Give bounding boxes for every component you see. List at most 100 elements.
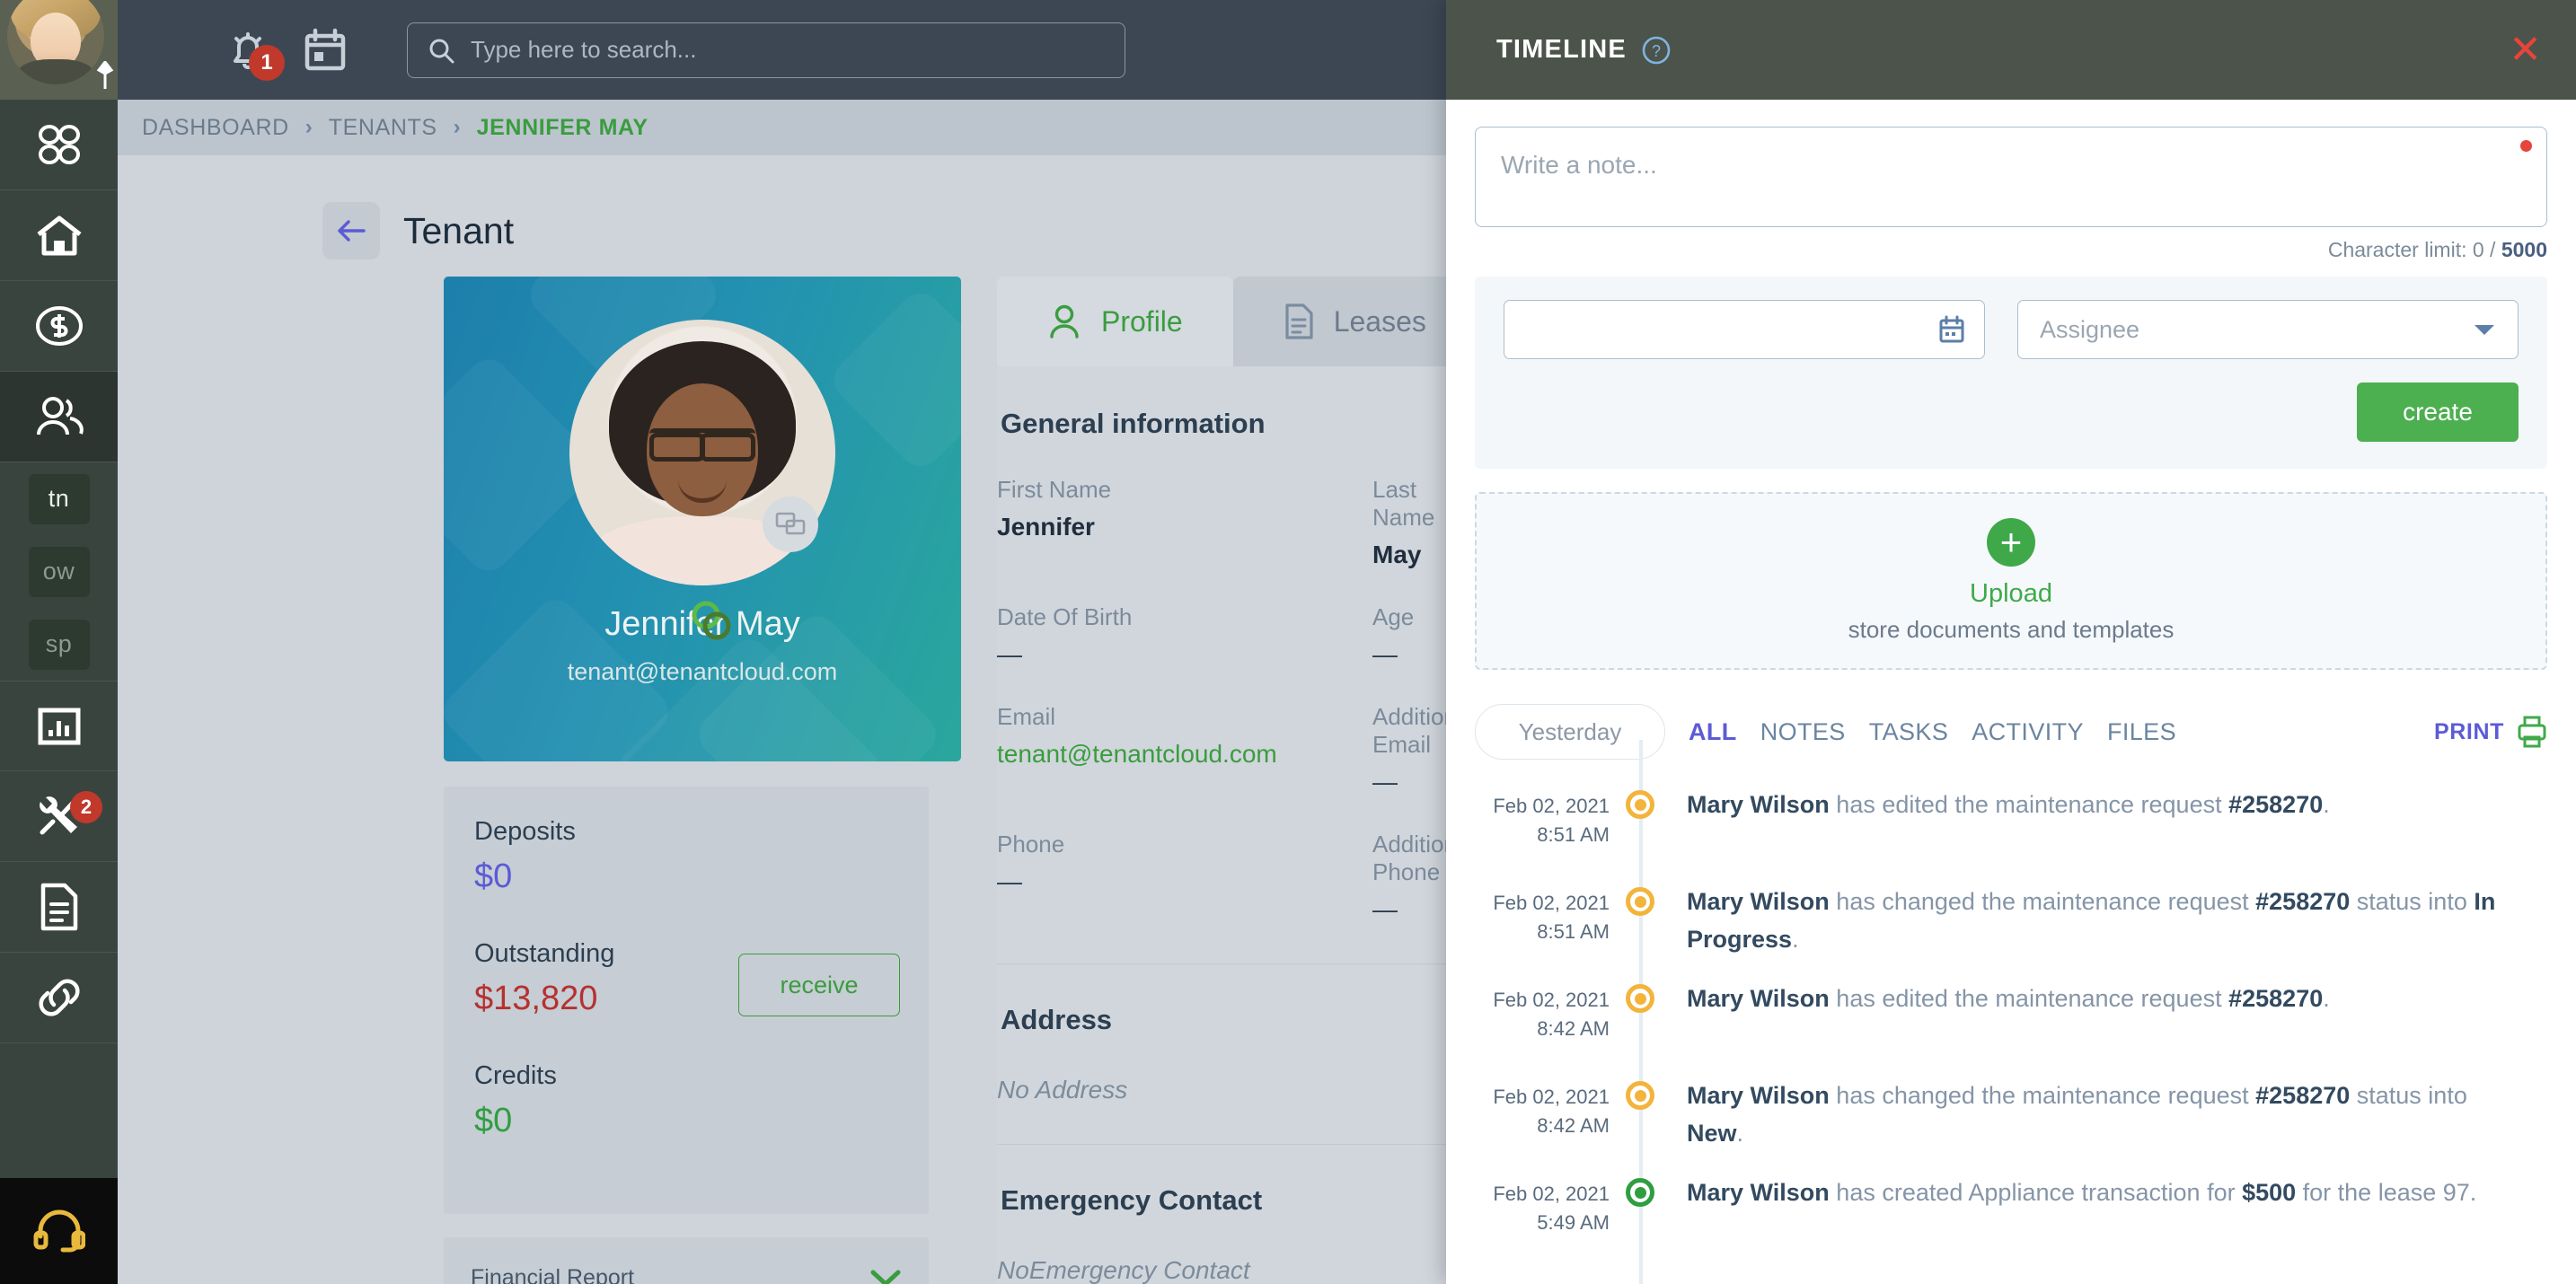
pin-icon[interactable]: [93, 61, 117, 90]
create-button[interactable]: create: [2357, 383, 2519, 442]
character-limit-prefix: Character limit: 0 /: [2327, 238, 2501, 261]
financial-row-credits: Credits $0: [474, 1061, 929, 1140]
entry-timestamp: Feb 02, 2021 8:51 AM: [1475, 785, 1610, 849]
user-avatar[interactable]: [0, 0, 118, 100]
timeline-entry[interactable]: Feb 02, 2021 5:49 AM Mary Wilson has cre…: [1475, 1173, 2547, 1270]
credits-value: $0: [474, 1102, 513, 1139]
field-value: —: [997, 867, 1022, 895]
filter-tasks[interactable]: TASKS: [1869, 718, 1949, 746]
sidebar-item-maintenance[interactable]: 2: [0, 771, 118, 862]
field-label: Age: [1372, 603, 1415, 630]
field-additional-email: Additional Email —: [1372, 703, 1447, 796]
field-value: May: [1372, 541, 1422, 568]
tab-profile[interactable]: Profile: [997, 277, 1233, 366]
print-button[interactable]: PRINT: [2434, 716, 2547, 748]
detail-tabs: Profile Leases: [997, 277, 1447, 366]
entry-marker-cell: [1610, 785, 1671, 819]
field-label: Date Of Birth: [997, 603, 1133, 630]
entry-date: Feb 02, 2021: [1493, 989, 1610, 1011]
receive-button[interactable]: receive: [738, 954, 900, 1016]
sidebar-item-links[interactable]: [0, 953, 118, 1043]
sidebar-item-properties[interactable]: [0, 190, 118, 281]
sidebar-item-accounting[interactable]: [0, 281, 118, 372]
chip-label-sp: sp: [28, 619, 90, 670]
entry-text: Mary Wilson has edited the maintenance r…: [1687, 985, 2330, 1012]
sidebar-chip-tn[interactable]: tn: [0, 462, 118, 535]
timeline-entry[interactable]: Feb 02, 2021 8:42 AM Mary Wilson has cha…: [1475, 1076, 2547, 1173]
entry-timestamp: Feb 02, 2021 8:51 AM: [1475, 882, 1610, 946]
question-circle-icon[interactable]: ?: [1641, 35, 1672, 66]
chat-bubble-button[interactable]: [763, 497, 818, 552]
sidebar-item-reports[interactable]: [0, 681, 118, 771]
status-marker-icon: [1626, 984, 1654, 1013]
breadcrumb: DASHBOARD › TENANTS › JENNIFER MAY: [118, 100, 1447, 155]
headset-icon: [33, 1209, 85, 1253]
field-value[interactable]: tenant@tenantcloud.com: [997, 740, 1372, 769]
entry-marker-cell: [1610, 882, 1671, 916]
support-button[interactable]: [0, 1178, 118, 1284]
timeline-entry[interactable]: Feb 02, 2021 8:51 AM Mary Wilson has cha…: [1475, 882, 2547, 979]
tenant-summary-column: Jennifer May tenant@tenantcloud.com Depo…: [444, 277, 961, 1284]
sidebar-chip-sp[interactable]: sp: [0, 608, 118, 681]
entry-date: Feb 02, 2021: [1493, 1183, 1610, 1205]
field-label: First Name: [997, 476, 1112, 503]
sidebar-item-apps[interactable]: [0, 100, 118, 190]
tab-leases-label: Leases: [1333, 304, 1426, 338]
financial-report-label: Financial Report: [471, 1264, 635, 1284]
caret-down-icon[interactable]: [2473, 322, 2496, 337]
entry-marker-cell: [1610, 1076, 1671, 1110]
search-box[interactable]: [407, 22, 1125, 78]
entry-text: Mary Wilson has created Appliance transa…: [1687, 1179, 2477, 1206]
detail-body: General information First Name Jennifer …: [997, 366, 1447, 1284]
breadcrumb-item-dashboard[interactable]: DASHBOARD: [142, 115, 289, 141]
entry-timestamp: Feb 02, 2021 5:49 AM: [1475, 1173, 1610, 1237]
required-indicator-dot: [2520, 140, 2532, 152]
upload-label: Upload: [1970, 579, 2052, 608]
document-icon: [1285, 303, 1313, 339]
filter-chip-yesterday[interactable]: Yesterday: [1475, 704, 1665, 760]
search-input[interactable]: [471, 36, 1105, 64]
entry-time: 5:49 AM: [1537, 1210, 1610, 1234]
entry-marker-cell: [1610, 1173, 1671, 1207]
field-email: Email tenant@tenantcloud.com: [997, 703, 1372, 796]
sidebar-item-documents[interactable]: [0, 862, 118, 953]
document-icon: [40, 883, 77, 931]
entry-text: Mary Wilson has edited the maintenance r…: [1687, 791, 2330, 818]
field-last-name: Last Name May: [1372, 476, 1447, 569]
close-icon[interactable]: ✕: [2509, 30, 2542, 70]
entry-time: 8:42 AM: [1537, 1016, 1610, 1040]
status-marker-icon: [1626, 887, 1654, 916]
back-button[interactable]: [322, 202, 380, 259]
emergency-contact-title: Emergency Contact: [1001, 1184, 1263, 1216]
breadcrumb-item-tenants[interactable]: TENANTS: [329, 115, 437, 141]
filter-notes[interactable]: NOTES: [1760, 718, 1846, 746]
tenant-email: tenant@tenantcloud.com: [567, 658, 838, 685]
timeline-entry[interactable]: Feb 02, 2021 8:42 AM Mary Wilson has edi…: [1475, 979, 2547, 1076]
filter-all[interactable]: ALL: [1689, 718, 1737, 746]
timeline-entry[interactable]: Feb 02, 2021 8:51 AM Mary Wilson has edi…: [1475, 785, 2547, 882]
filter-files[interactable]: FILES: [2107, 718, 2176, 746]
field-first-name: First Name Jennifer: [997, 476, 1372, 569]
calendar-button[interactable]: [287, 0, 364, 100]
chevron-down-icon[interactable]: [869, 1268, 902, 1284]
rings-icon: [692, 601, 731, 640]
filter-activity[interactable]: ACTIVITY: [1972, 718, 2084, 746]
note-input[interactable]: Write a note...: [1475, 127, 2547, 227]
calendar-icon[interactable]: [1937, 314, 1966, 345]
date-input[interactable]: [1504, 300, 1985, 359]
sidebar-item-people[interactable]: [0, 372, 118, 462]
emergency-contact-value: NoEmergency Contact: [997, 1256, 1250, 1284]
financial-report-row[interactable]: Financial Report: [444, 1237, 929, 1284]
deposits-value: $0: [474, 857, 513, 895]
notifications-button[interactable]: 1: [209, 0, 287, 100]
upload-dropzone[interactable]: + Upload store documents and templates: [1475, 492, 2547, 670]
field-value: —: [1372, 895, 1398, 923]
users-icon: [36, 397, 84, 435]
entry-text: Mary Wilson has changed the maintenance …: [1687, 888, 2496, 953]
field-label: Email: [997, 703, 1056, 730]
tab-leases[interactable]: Leases: [1232, 277, 1447, 366]
assignee-select[interactable]: Assignee: [2017, 300, 2519, 359]
timeline-title-group: TIMELINE ?: [1496, 35, 1672, 66]
chip-label-tn: tn: [28, 473, 90, 524]
sidebar-chip-ow[interactable]: ow: [0, 535, 118, 608]
